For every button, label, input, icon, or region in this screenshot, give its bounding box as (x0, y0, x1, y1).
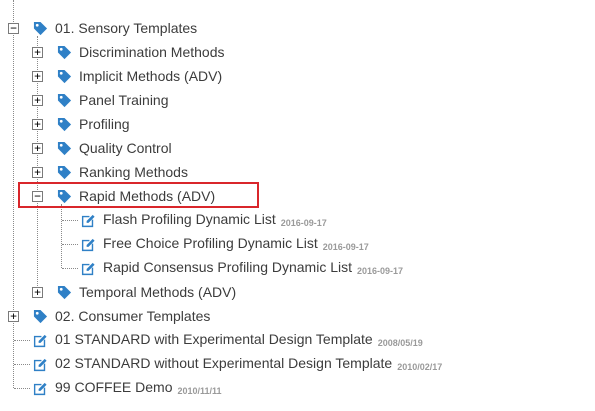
node-label[interactable]: 02 STANDARD without Experimental Design … (55, 351, 442, 377)
tag-icon (56, 116, 72, 132)
tree-node-quality-control: + Quality Control (0, 136, 595, 160)
expand-toggle[interactable]: + (32, 71, 43, 82)
expand-toggle[interactable]: + (32, 119, 43, 130)
node-label[interactable]: 01. Sensory Templates (55, 16, 197, 40)
tag-icon (56, 68, 72, 84)
expand-toggle[interactable]: + (32, 47, 43, 58)
node-label[interactable]: Panel Training (79, 88, 169, 112)
edit-icon (80, 212, 96, 228)
tree-leaf-coffee-demo: 99 COFFEE Demo 2010/11/11 (0, 376, 595, 400)
tree-node-ranking-methods: + Ranking Methods (0, 160, 595, 184)
tree-node-sensory-templates: − 01. Sensory Templates (0, 16, 595, 40)
edit-icon (80, 260, 96, 276)
tree-node-consumer-templates: + 02. Consumer Templates (0, 304, 595, 328)
node-label[interactable]: Quality Control (79, 136, 172, 160)
node-label[interactable]: Implicit Methods (ADV) (79, 64, 222, 88)
node-label[interactable]: Rapid Consensus Profiling Dynamic List 20… (103, 255, 403, 281)
collapse-toggle[interactable]: − (8, 23, 19, 34)
expand-toggle[interactable]: + (32, 167, 43, 178)
date-stamp: 2016-09-17 (322, 242, 369, 252)
node-label[interactable]: Ranking Methods (79, 160, 188, 184)
highlight-box (18, 182, 259, 208)
date-stamp: 2010/02/17 (397, 362, 443, 372)
tag-icon (56, 140, 72, 156)
tag-icon (32, 308, 48, 324)
template-tree: − 01. Sensory Templates + Discrimination… (0, 0, 595, 411)
tree-leaf-standard-with-design: 01 STANDARD with Experimental Design Tem… (0, 328, 595, 352)
tag-icon (56, 92, 72, 108)
node-label[interactable]: Profiling (79, 112, 130, 136)
node-label[interactable]: 02. Consumer Templates (55, 304, 210, 328)
date-stamp: 2016-09-17 (280, 218, 327, 228)
tree-node-implicit-methods: + Implicit Methods (ADV) (0, 64, 595, 88)
tree-leaf-rapid-consensus-profiling: Rapid Consensus Profiling Dynamic List 20… (0, 256, 595, 280)
node-label[interactable]: 99 COFFEE Demo 2010/11/11 (55, 375, 222, 401)
node-label[interactable]: Temporal Methods (ADV) (79, 280, 236, 304)
node-label[interactable]: 01 STANDARD with Experimental Design Tem… (55, 327, 423, 353)
expand-toggle[interactable]: + (32, 287, 43, 298)
node-label[interactable]: Flash Profiling Dynamic List 2016-09-17 (103, 207, 327, 233)
tree-leaf-flash-profiling: Flash Profiling Dynamic List 2016-09-17 (0, 208, 595, 232)
tag-icon (56, 44, 72, 60)
edit-icon (32, 380, 48, 396)
tag-icon (32, 20, 48, 36)
tag-icon (56, 164, 72, 180)
edit-icon (32, 332, 48, 348)
node-label[interactable]: Free Choice Profiling Dynamic List 2016-0… (103, 231, 369, 257)
tree-node-temporal-methods: + Temporal Methods (ADV) (0, 280, 595, 304)
date-stamp: 2008/05/19 (377, 338, 423, 348)
edit-icon (80, 236, 96, 252)
date-stamp: 2016-09-17 (357, 266, 404, 276)
tree-node-discrimination-methods: + Discrimination Methods (0, 40, 595, 64)
node-label[interactable]: Discrimination Methods (79, 40, 225, 64)
tree-node-profiling: + Profiling (0, 112, 595, 136)
expand-toggle[interactable]: + (32, 95, 43, 106)
tree-node-panel-training: + Panel Training (0, 88, 595, 112)
tag-icon (56, 284, 72, 300)
expand-toggle[interactable]: + (32, 143, 43, 154)
expand-toggle[interactable]: + (8, 311, 19, 322)
tree-leaf-standard-without-design: 02 STANDARD without Experimental Design … (0, 352, 595, 376)
date-stamp: 2010/11/11 (177, 386, 222, 396)
tree-leaf-free-choice-profiling: Free Choice Profiling Dynamic List 2016-0… (0, 232, 595, 256)
edit-icon (32, 356, 48, 372)
